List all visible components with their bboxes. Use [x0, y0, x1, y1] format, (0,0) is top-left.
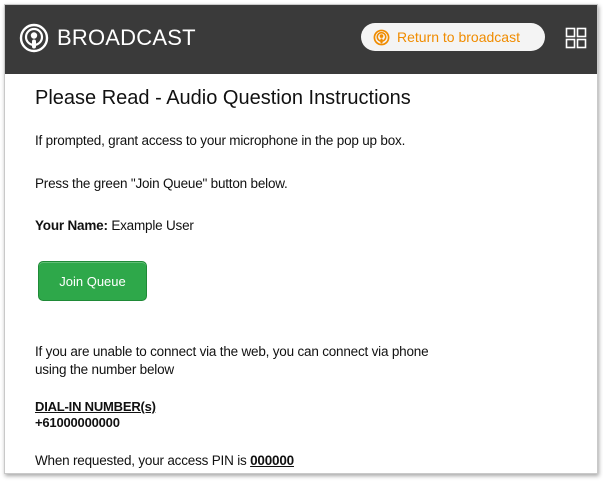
your-name-value: Example User: [111, 218, 194, 233]
page-title: Please Read - Audio Question Instruction…: [35, 87, 411, 109]
your-name-row: Your Name: Example User: [35, 218, 194, 233]
podcast-icon: [19, 23, 49, 53]
phone-instruction-line-2: using the number below: [35, 362, 174, 377]
podcast-icon: [373, 29, 390, 45]
instruction-join-queue: Press the green "Join Queue" button belo…: [35, 176, 288, 191]
your-name-label: Your Name:: [35, 218, 108, 233]
join-queue-button[interactable]: Join Queue: [38, 261, 147, 301]
instruction-microphone: If prompted, grant access to your microp…: [35, 133, 406, 148]
access-pin-value: 000000: [250, 453, 294, 468]
access-pin-row: When requested, your access PIN is 00000…: [35, 453, 294, 468]
access-pin-text: When requested, your access PIN is: [35, 453, 247, 468]
return-button-label: Return to broadcast: [397, 29, 520, 45]
brand-title: BROADCAST: [57, 25, 196, 50]
dial-in-label: DIAL-IN NUMBER(s): [35, 399, 156, 414]
header-bar: BROADCAST Return to broadcast: [5, 5, 597, 74]
phone-instruction-line-1: If you are unable to connect via the web…: [35, 344, 429, 359]
broadcast-window: BROADCAST Return to broadcast Please Rea…: [4, 4, 598, 474]
return-to-broadcast-button[interactable]: Return to broadcast: [361, 23, 545, 51]
dial-in-number: +61000000000: [35, 415, 120, 430]
fullscreen-icon[interactable]: [565, 27, 587, 49]
